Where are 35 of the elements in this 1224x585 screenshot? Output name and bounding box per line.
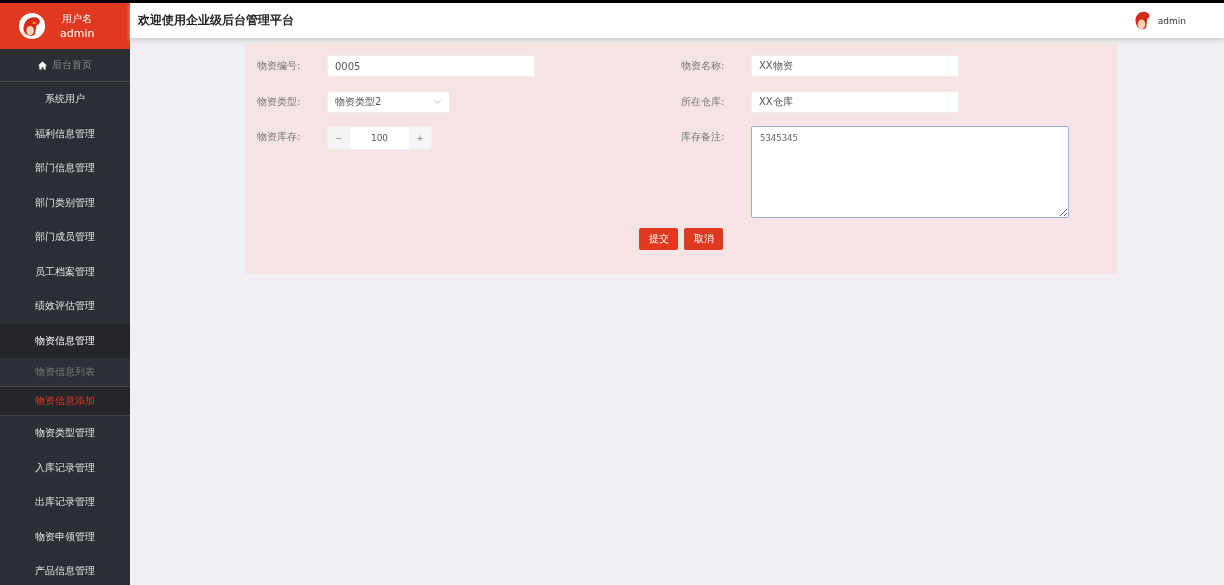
- field-label: 库存备注:: [681, 130, 726, 144]
- submit-button[interactable]: 提交: [639, 228, 678, 250]
- menu-item[interactable]: 物资信息管理: [0, 323, 130, 358]
- bird-avatar-icon: [18, 12, 46, 40]
- input-field[interactable]: 0005: [327, 55, 535, 77]
- select-field[interactable]: 物资类型2: [327, 90, 450, 113]
- chevron-down-icon: [433, 99, 442, 104]
- menu-label: 后台首页: [52, 58, 92, 72]
- menu-item[interactable]: 部门成员管理: [0, 220, 130, 255]
- menu-item[interactable]: 物资类型管理: [0, 416, 130, 451]
- input-field[interactable]: XX物资: [751, 55, 959, 77]
- field-label: 物资名称:: [681, 59, 726, 73]
- user-label: 用户名: [62, 12, 93, 26]
- field-label: 物资类型:: [257, 94, 302, 109]
- submenu-item[interactable]: 物资信息添加: [0, 387, 130, 416]
- input-field[interactable]: XX仓库: [751, 90, 959, 113]
- field-label: 物资编号:: [257, 59, 302, 73]
- page-title: 欢迎使用企业级后台管理平台: [138, 12, 294, 29]
- field-label: 物资库存:: [257, 130, 302, 144]
- cancel-button[interactable]: 取消: [684, 228, 723, 250]
- textarea-field[interactable]: 5345345: [751, 126, 1069, 218]
- menu-item[interactable]: 出库记录管理: [0, 485, 130, 520]
- menu-item[interactable]: 部门信息管理: [0, 151, 130, 186]
- menu-item[interactable]: 产品信息管理: [0, 554, 130, 585]
- field-label: 所在仓库:: [681, 94, 726, 109]
- menu-item[interactable]: 物资申领管理: [0, 519, 130, 554]
- menu-item[interactable]: 福利信息管理: [0, 116, 130, 151]
- menu-item[interactable]: 员工档案管理: [0, 254, 130, 289]
- user-name: admin: [60, 27, 95, 40]
- menu-item[interactable]: 入库记录管理: [0, 450, 130, 485]
- user-name: admin: [1157, 15, 1186, 26]
- menu-item[interactable]: 系统用户: [0, 82, 130, 117]
- home-icon: [38, 60, 47, 70]
- menu-item[interactable]: 部门类别管理: [0, 185, 130, 220]
- menu-item[interactable]: 绩效评估管理: [0, 289, 130, 324]
